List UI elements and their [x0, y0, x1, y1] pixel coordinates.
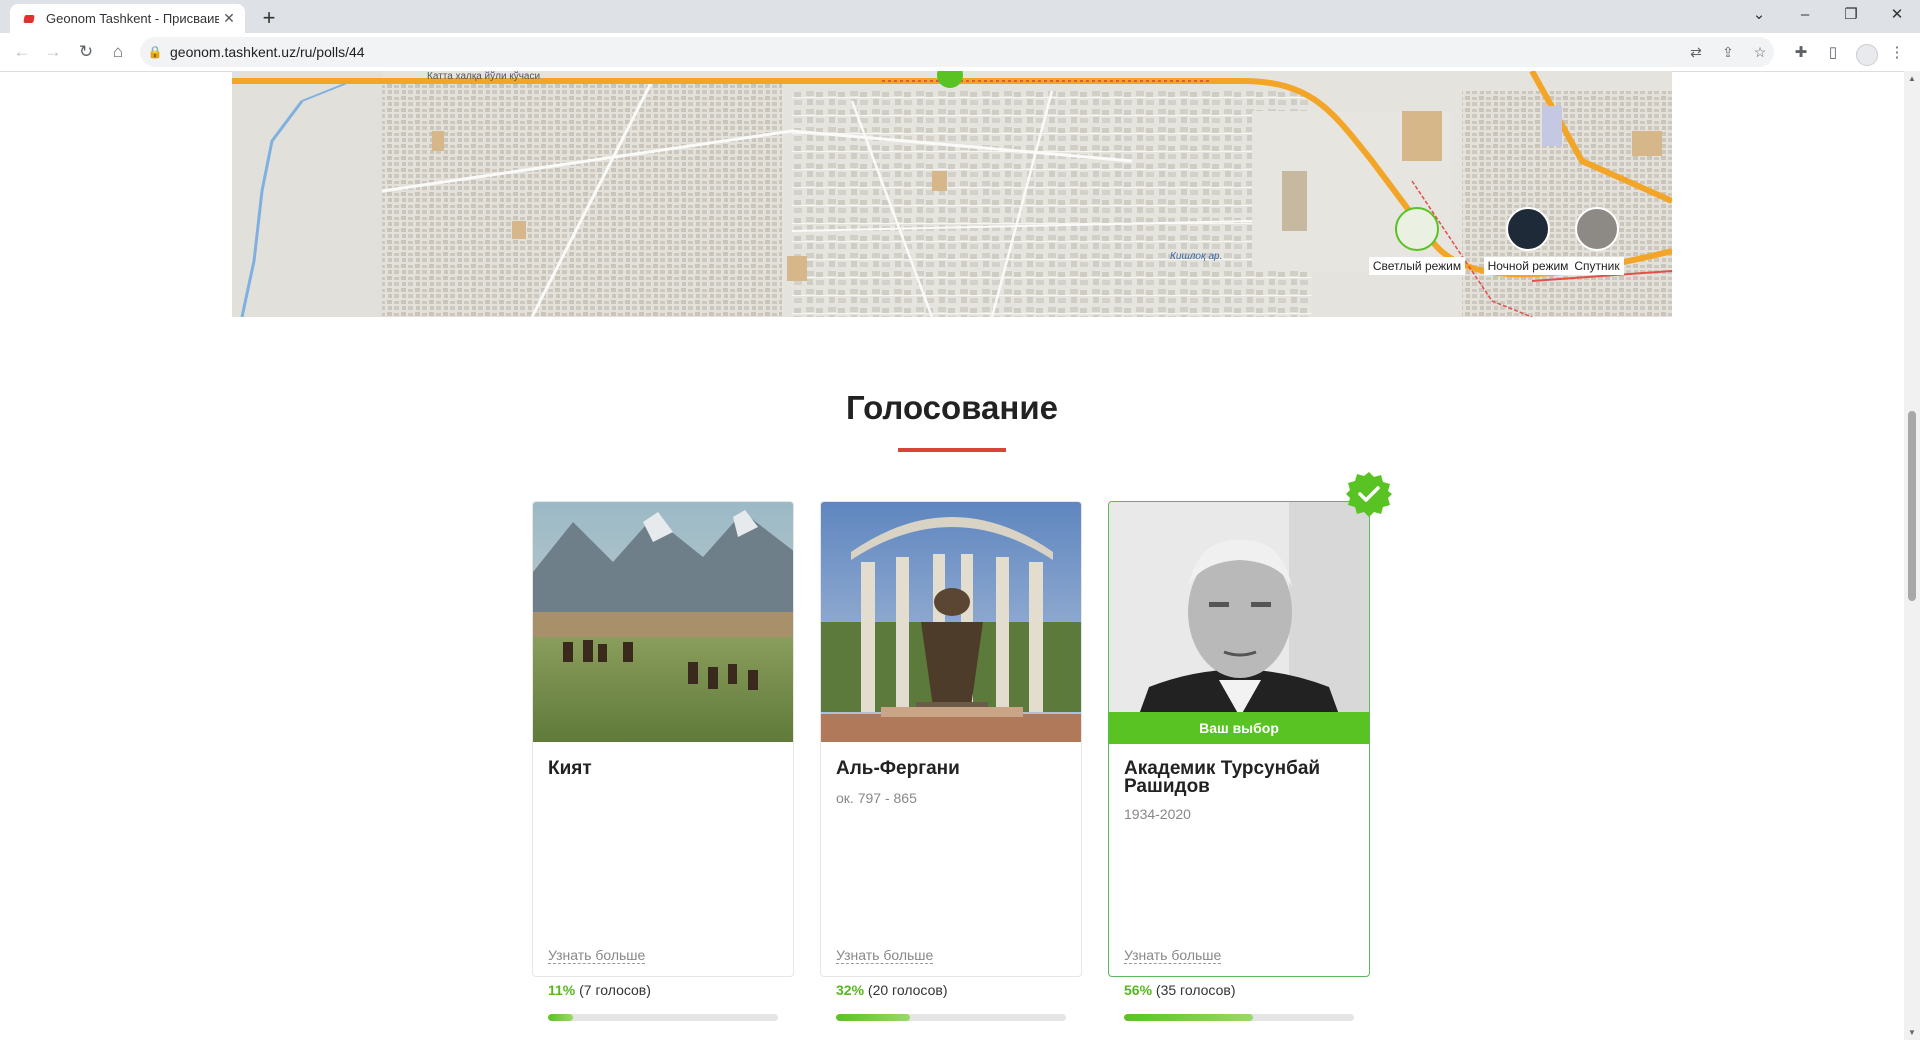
minimize-button[interactable]: –: [1782, 0, 1828, 30]
map-view[interactable]: Катта халқа йўли кўчаси Кишлоқ ар. Светл…: [232, 71, 1672, 317]
candidate-photo: [1109, 502, 1369, 742]
light-map-icon: [1395, 207, 1439, 251]
satellite-map-icon: [1575, 207, 1619, 251]
browser-menu-icon[interactable]: ⋮: [1886, 44, 1908, 62]
share-icon[interactable]: ⇪: [1718, 43, 1738, 61]
vote-progress-fill: [1124, 1014, 1253, 1021]
map-mode-satellite-label: Спутник: [1570, 257, 1624, 275]
page-scrollbar[interactable]: ▲ ▼: [1904, 71, 1920, 1040]
browser-tab[interactable]: Geonom Tashkent - Присваивае ✕: [10, 4, 245, 33]
map-canal-label: Кишлоқ ар.: [1170, 251, 1223, 262]
map-mode-satellite[interactable]: Спутник: [1562, 207, 1632, 275]
map-tiles: [232, 71, 1672, 317]
browser-toolbar: ← → ↻ ⌂ 🔒 geonom.tashkent.uz/ru/polls/44…: [0, 33, 1920, 72]
scroll-down-icon[interactable]: ▼: [1904, 1028, 1920, 1037]
vote-percent: 11%: [548, 982, 576, 998]
new-tab-button[interactable]: +: [256, 6, 282, 32]
map-street-label: Катта халқа йўли кўчаси: [427, 71, 541, 82]
url-text[interactable]: geonom.tashkent.uz/ru/polls/44: [170, 44, 365, 60]
page-viewport: Катта халқа йўли кўчаси Кишлоқ ар. Светл…: [0, 71, 1904, 1040]
learn-more-link[interactable]: Узнать больше: [1124, 947, 1222, 964]
bookmark-star-icon[interactable]: ☆: [1750, 43, 1770, 61]
vote-count: (35 голосов): [1155, 982, 1236, 998]
poll-title-underline: [898, 448, 1006, 452]
vote-progress-fill: [836, 1014, 910, 1021]
close-window-button[interactable]: ✕: [1874, 0, 1920, 30]
extensions-icon[interactable]: ✚: [1790, 44, 1812, 62]
vote-progress-bar: [548, 1014, 778, 1021]
lock-icon[interactable]: 🔒: [140, 45, 170, 59]
learn-more-link[interactable]: Узнать больше: [836, 947, 934, 964]
poll-card-rashidov[interactable]: Ваш выбор Академик Турсунбай Рашидов 193…: [1108, 501, 1370, 1021]
vote-percent: 56%: [1124, 982, 1153, 998]
address-bar[interactable]: 🔒 geonom.tashkent.uz/ru/polls/44 ⇄ ⇪ ☆: [140, 37, 1774, 67]
reload-icon[interactable]: ↻: [74, 41, 98, 63]
candidate-name: Аль-Фергани: [836, 758, 960, 779]
vote-count: (7 голосов): [579, 982, 651, 998]
poll-card-al-fergani[interactable]: Аль-Фергани ок. 797 - 865 Узнать больше …: [820, 501, 1082, 1021]
vote-stat: 11% (7 голосов): [548, 982, 651, 998]
night-map-icon: [1506, 207, 1550, 251]
selected-check-icon: [1346, 472, 1392, 517]
translate-icon[interactable]: ⇄: [1686, 43, 1706, 61]
site-favicon-icon: [22, 12, 36, 26]
vote-progress-bar: [1124, 1014, 1354, 1021]
home-icon[interactable]: ⌂: [106, 41, 130, 63]
vote-progress-bar: [836, 1014, 1066, 1021]
vote-stat: 56% (35 голосов): [1124, 982, 1235, 998]
tab-search-icon[interactable]: ⌄: [1736, 0, 1782, 30]
side-panel-icon[interactable]: ▯: [1822, 44, 1844, 62]
your-choice-banner: Ваш выбор: [1109, 712, 1369, 744]
tab-title: Geonom Tashkent - Присваивае: [46, 11, 219, 26]
candidate-name: Кият: [548, 758, 592, 779]
scroll-up-icon[interactable]: ▲: [1904, 74, 1920, 83]
vote-percent: 32%: [836, 982, 865, 998]
candidate-dates: ок. 797 - 865: [836, 790, 917, 806]
vote-count: (20 голосов): [867, 982, 948, 998]
scrollbar-thumb[interactable]: [1908, 411, 1916, 601]
browser-tab-bar: Geonom Tashkent - Присваивае ✕ + ⌄ – ❐ ✕: [0, 0, 1920, 33]
tab-close-icon[interactable]: ✕: [219, 10, 239, 27]
map-mode-light[interactable]: Светлый режим: [1362, 207, 1472, 275]
learn-more-link[interactable]: Узнать больше: [548, 947, 646, 964]
candidate-name: Академик Турсунбай Рашидов: [1124, 758, 1321, 797]
back-icon[interactable]: ←: [10, 41, 34, 63]
candidate-dates: 1934-2020: [1124, 806, 1191, 822]
vote-stat: 32% (20 голосов): [836, 982, 947, 998]
restore-button[interactable]: ❐: [1828, 0, 1874, 30]
candidate-photo: [821, 502, 1081, 742]
forward-icon[interactable]: →: [41, 41, 65, 63]
poll-card-kiyat[interactable]: Кият Узнать больше 11% (7 голосов): [532, 501, 794, 1021]
map-mode-night-label: Ночной режим: [1483, 257, 1573, 275]
poll-title: Голосование: [846, 389, 1058, 426]
candidate-photo: [533, 502, 793, 742]
vote-progress-fill: [548, 1014, 574, 1021]
map-mode-light-label: Светлый режим: [1368, 257, 1466, 275]
profile-avatar[interactable]: [1856, 44, 1878, 66]
